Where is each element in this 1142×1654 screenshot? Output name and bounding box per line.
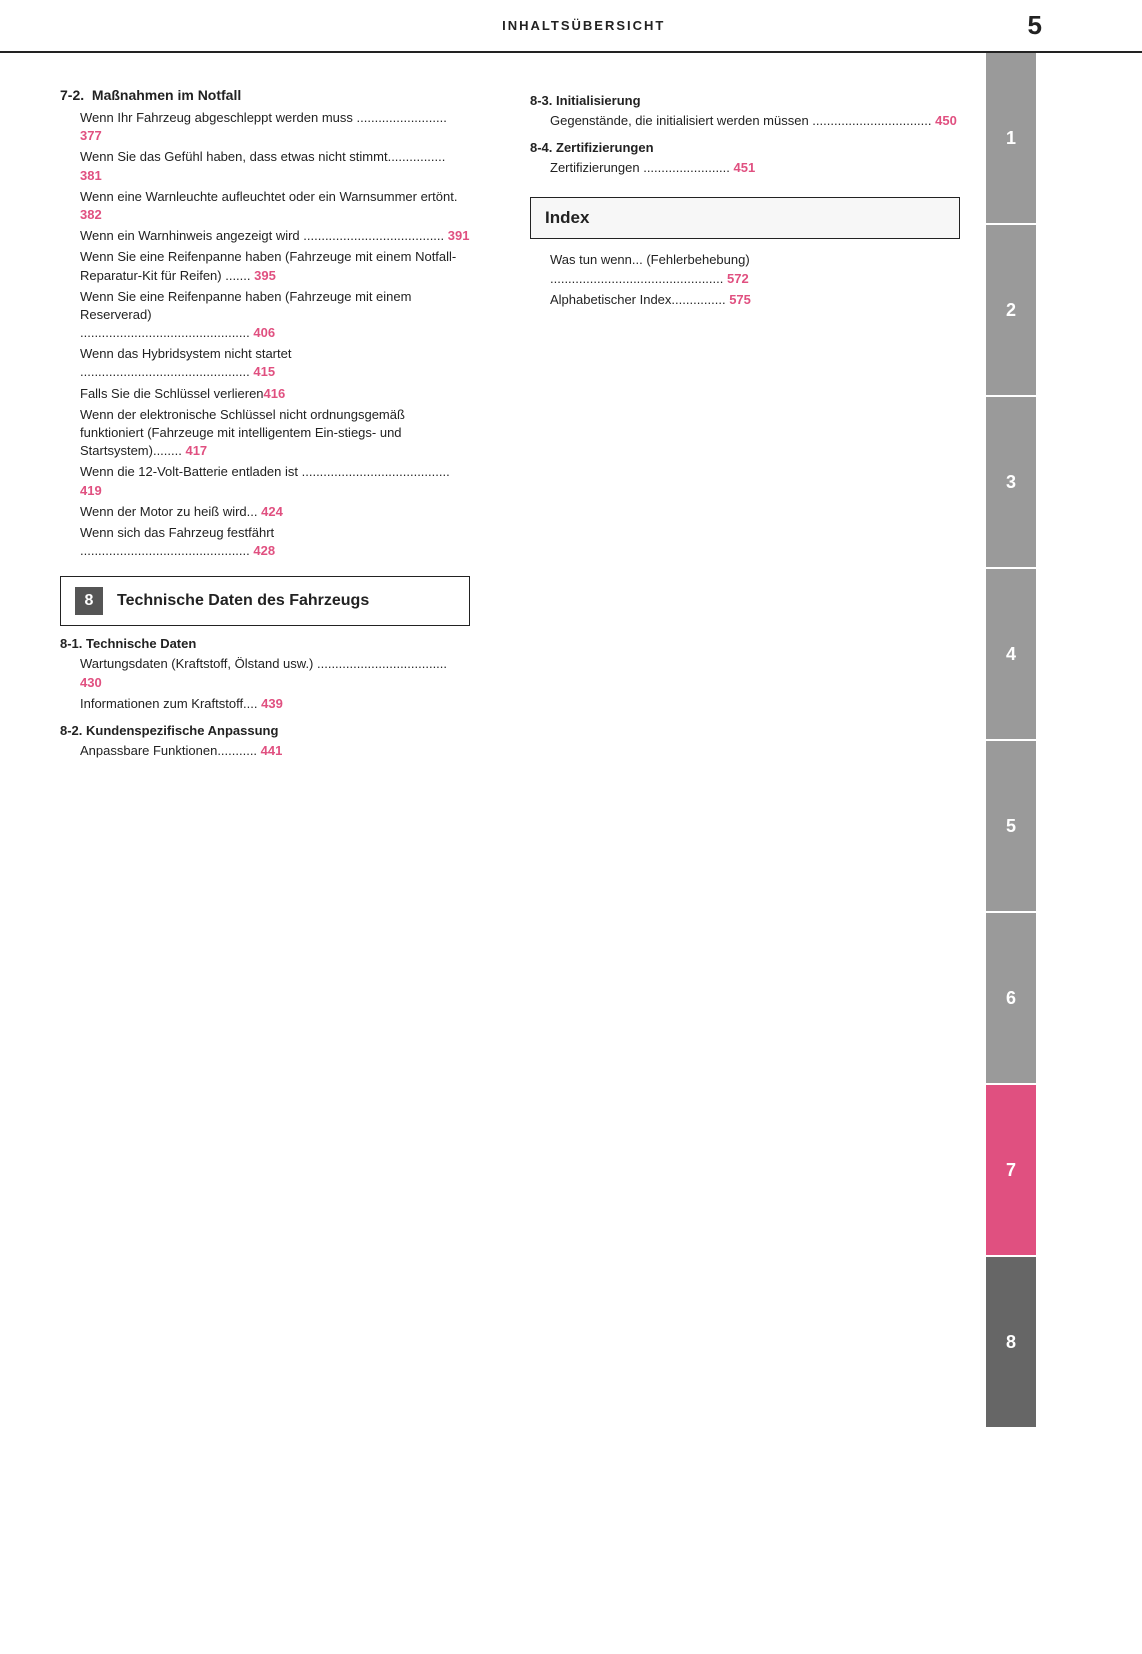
page-ref: 451: [734, 160, 756, 175]
section-8-2-heading: 8-2. 8-2. Kundenspezifische AnpassungKun…: [60, 723, 470, 738]
toc-entry: Gegenstände, die initialisiert werden mü…: [550, 112, 960, 130]
toc-entry: Wenn Sie eine Reifenpanne haben (Fahrzeu…: [80, 248, 470, 284]
page-ref: 419: [80, 483, 102, 498]
toc-entry: Wenn sich das Fahrzeug festfährt .......…: [80, 524, 470, 560]
sidebar-tab-2[interactable]: 2: [986, 225, 1036, 395]
header-title: INHALTSÜBERSICHT: [60, 18, 1028, 33]
sidebar-tab-6[interactable]: 6: [986, 913, 1036, 1083]
page-ref: 439: [261, 696, 283, 711]
page-ref: 417: [185, 443, 207, 458]
toc-entry: Wenn der elektronische Schlüssel nicht o…: [80, 406, 470, 461]
index-banner: Index: [530, 197, 960, 239]
toc-entry: Wenn das Hybridsystem nicht startet ....…: [80, 345, 470, 381]
left-column: 7-2. 7-2. Maßnahmen im Notfall Maßnahmen…: [0, 53, 500, 1633]
page-header: INHALTSÜBERSICHT 5: [0, 0, 1142, 53]
sidebar-tab-1[interactable]: 1: [986, 53, 1036, 223]
toc-entry: Wenn Ihr Fahrzeug abgeschleppt werden mu…: [80, 109, 470, 145]
toc-entry: Anpassbare Funktionen........... 441: [80, 742, 470, 760]
toc-entry: Wartungsdaten (Kraftstoff, Ölstand usw.)…: [80, 655, 470, 691]
right-column: 8-3. 8-3. InitialisierungInitialisierung…: [500, 53, 980, 1633]
toc-entry: Was tun wenn... (Fehlerbehebung) .......…: [550, 251, 960, 287]
section-7-2-num: 7-2.: [60, 87, 88, 103]
toc-entry: Wenn die 12-Volt-Batterie entladen ist .…: [80, 463, 470, 499]
right-sidebar: 1 2 3 4 5 6 7 8: [980, 53, 1042, 1633]
toc-entry: Zertifizierungen .......................…: [550, 159, 960, 177]
page-ref: 377: [80, 128, 102, 143]
page-ref: 430: [80, 675, 102, 690]
page-ref: 424: [261, 504, 283, 519]
page-ref: 428: [250, 543, 275, 558]
chapter-8-num: 8: [75, 587, 103, 615]
toc-entry: Wenn eine Warnleuchte aufleuchtet oder e…: [80, 188, 470, 224]
page-ref: 382: [80, 207, 102, 222]
sidebar-tab-4[interactable]: 4: [986, 569, 1036, 739]
page-ref: 395: [254, 268, 276, 283]
page-ref: 415: [250, 364, 275, 379]
sidebar-tab-3[interactable]: 3: [986, 397, 1036, 567]
page-ref: 575: [729, 292, 751, 307]
page-ref: 406: [250, 325, 275, 340]
toc-entry: Wenn der Motor zu heiß wird... 424: [80, 503, 470, 521]
toc-entry: Wenn Sie eine Reifenpanne haben (Fahrzeu…: [80, 288, 470, 343]
page-ref: 381: [80, 168, 102, 183]
main-content: 7-2. 7-2. Maßnahmen im Notfall Maßnahmen…: [0, 53, 1142, 1633]
section-7-2-heading: 7-2. 7-2. Maßnahmen im Notfall Maßnahmen…: [60, 87, 470, 103]
toc-entry: Falls Sie die Schlüssel verlieren416: [80, 385, 470, 403]
page-ref: 450: [935, 113, 957, 128]
section-8-3-heading: 8-3. 8-3. InitialisierungInitialisierung: [530, 93, 960, 108]
page-number: 5: [1028, 10, 1042, 41]
toc-entry: Wenn ein Warnhinweis angezeigt wird ....…: [80, 227, 470, 245]
sidebar-tab-7[interactable]: 7: [986, 1085, 1036, 1255]
toc-entry: Alphabetischer Index............... 575: [550, 291, 960, 309]
section-8-4-heading: 8-4. 8-4. ZertifizierungenZertifizierung…: [530, 140, 960, 155]
page-ref: 416: [264, 386, 286, 401]
toc-entry: Wenn Sie das Gefühl haben, dass etwas ni…: [80, 148, 470, 184]
chapter-8-banner: 8 Technische Daten des Fahrzeugs: [60, 576, 470, 626]
page-container: INHALTSÜBERSICHT 5 7-2. 7-2. Maßnahmen i…: [0, 0, 1142, 1654]
sidebar-tab-5[interactable]: 5: [986, 741, 1036, 911]
page-ref: 572: [727, 271, 749, 286]
page-ref: 441: [261, 743, 283, 758]
page-ref: 391: [448, 228, 470, 243]
section-8-1-heading: 8-1. 8-1. Technische DatenTechnische Dat…: [60, 636, 470, 651]
chapter-8-title: Technische Daten des Fahrzeugs: [117, 592, 369, 610]
index-title: Index: [545, 208, 589, 228]
toc-entry: Informationen zum Kraftstoff.... 439: [80, 695, 470, 713]
sidebar-tab-8[interactable]: 8: [986, 1257, 1036, 1427]
